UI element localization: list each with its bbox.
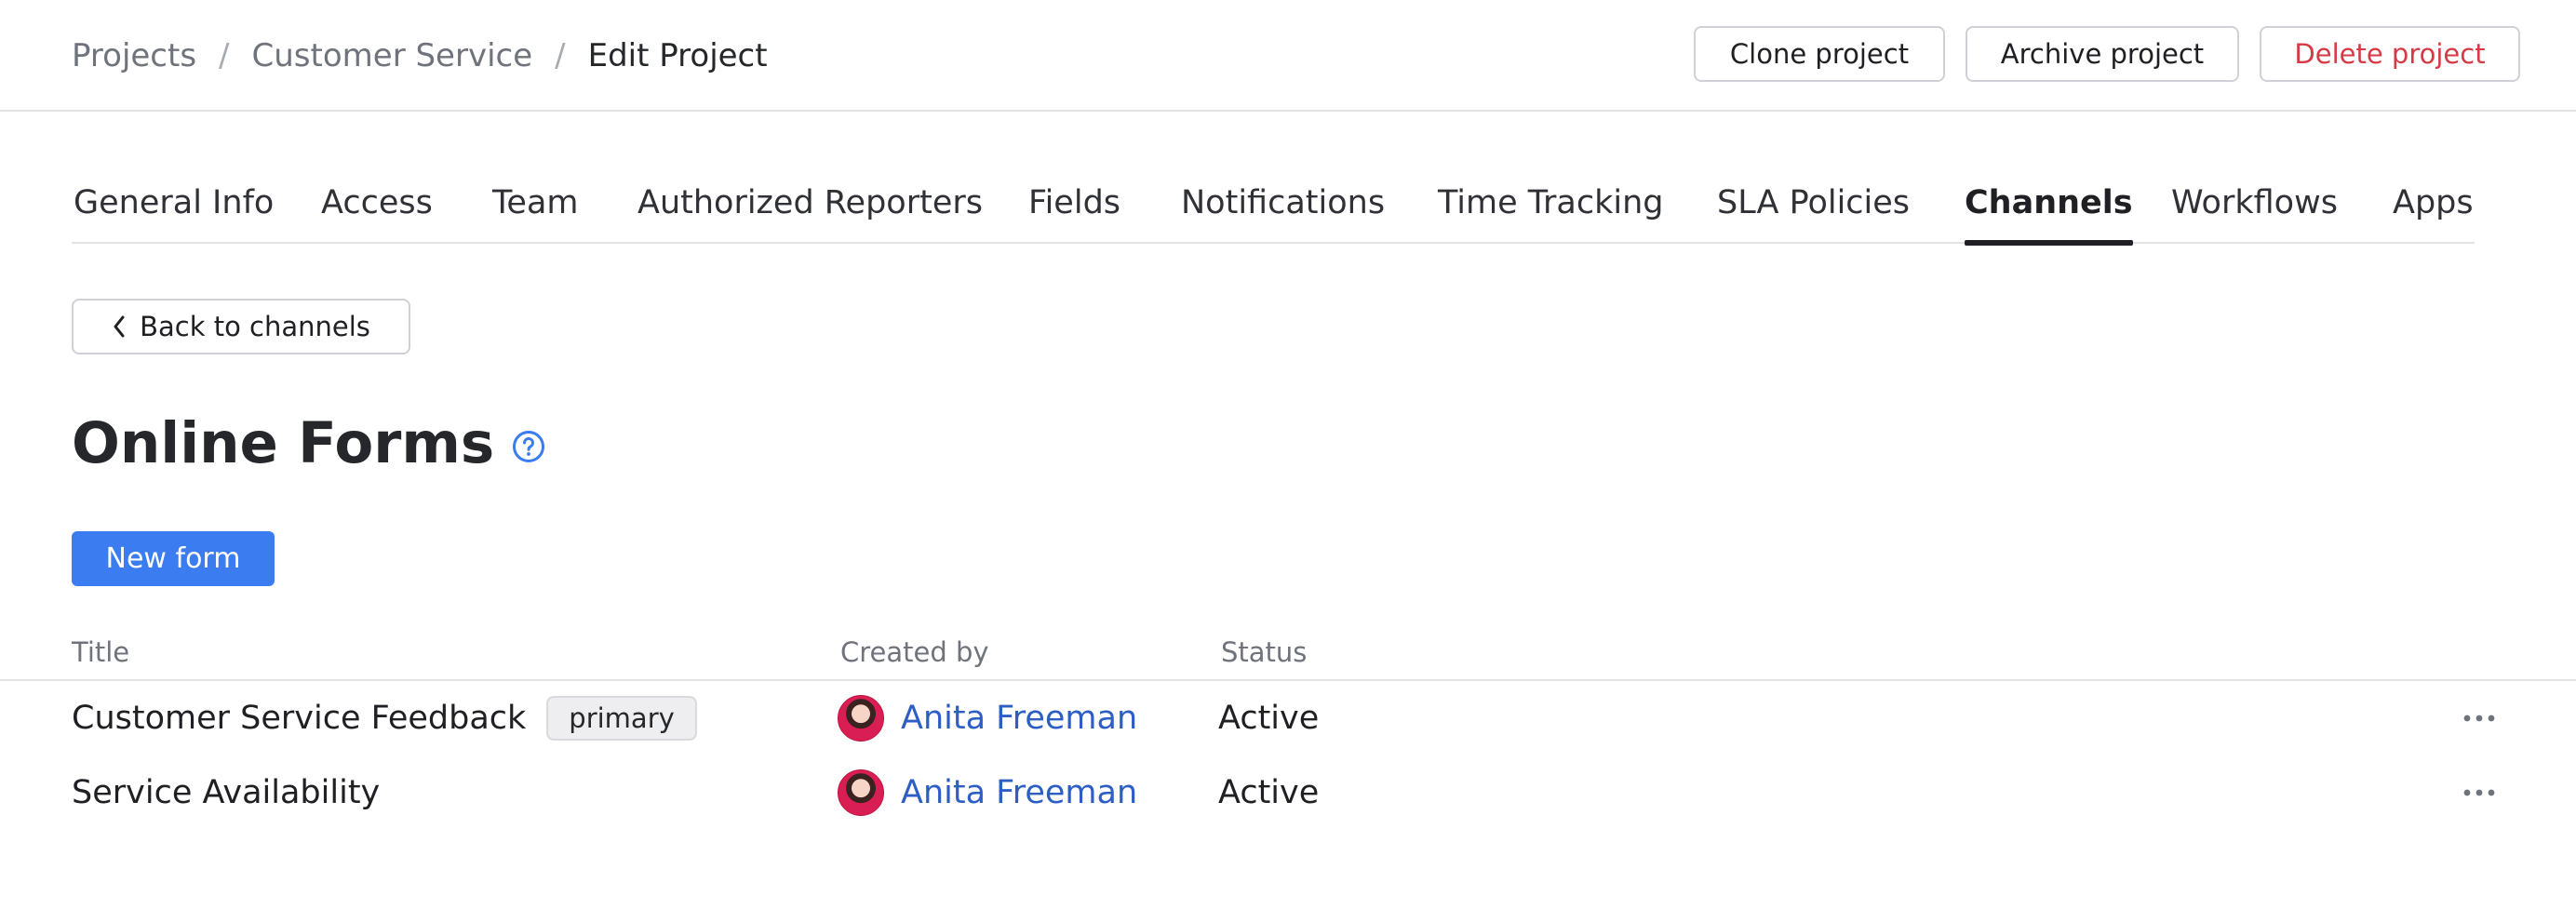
chevron-left-icon [114,315,125,338]
breadcrumb: Projects / Customer Service / Edit Proje… [72,32,768,80]
back-button-label: Back to channels [140,311,370,342]
tab-fields[interactable]: Fields [1028,180,1120,244]
tab-notifications[interactable]: Notifications [1181,180,1385,244]
new-form-button[interactable]: New form [72,531,275,586]
avatar [838,695,884,742]
page-title: Online Forms [72,409,495,476]
primary-badge: primary [546,696,697,741]
more-horizontal-icon [2463,715,2495,722]
tab-team[interactable]: Team [492,180,579,244]
column-header-created-by[interactable]: Created by [840,636,989,668]
avatar [838,769,884,816]
creator-link[interactable]: Anita Freeman [901,700,1137,737]
row-actions-button[interactable] [2457,755,2502,830]
creator-link[interactable]: Anita Freeman [901,774,1137,811]
table-row[interactable]: Customer Service Feedback primary Anita … [0,681,2576,755]
breadcrumb-link-customer-service[interactable]: Customer Service [252,37,533,74]
tab-access[interactable]: Access [321,180,433,244]
form-title[interactable]: Customer Service Feedback [72,700,526,737]
page-header: Projects / Customer Service / Edit Proje… [0,0,2576,112]
tab-workflows[interactable]: Workflows [2171,180,2338,244]
header-actions: Clone project Archive project Delete pro… [1694,26,2520,82]
status-cell: Active [1218,774,1320,811]
breadcrumb-separator: / [219,37,230,74]
breadcrumb-link-projects[interactable]: Projects [72,37,196,74]
archive-project-button[interactable]: Archive project [1966,26,2239,82]
created-by-cell: Anita Freeman [838,681,1137,755]
form-title-cell: Customer Service Feedback primary [72,681,697,755]
tab-general-info[interactable]: General Info [74,180,274,244]
delete-project-button[interactable]: Delete project [2260,26,2520,82]
table-header: Title Created by Status [0,627,2576,681]
page-title-row: Online Forms [72,406,546,480]
breadcrumb-current: Edit Project [587,37,768,74]
row-actions-button[interactable] [2457,681,2502,755]
clone-project-button[interactable]: Clone project [1694,26,1945,82]
status-cell: Active [1218,700,1320,737]
back-to-channels-button[interactable]: Back to channels [72,299,410,354]
table-row[interactable]: Service Availability Anita Freeman Activ… [0,755,2576,830]
tab-sla-policies[interactable]: SLA Policies [1717,180,1910,244]
created-by-cell: Anita Freeman [838,755,1137,830]
tab-time-tracking[interactable]: Time Tracking [1438,180,1664,244]
column-header-title[interactable]: Title [72,636,129,668]
form-title[interactable]: Service Availability [72,774,380,811]
tab-apps[interactable]: Apps [2393,180,2474,244]
tab-authorized-reporters[interactable]: Authorized Reporters [637,180,983,244]
tab-channels[interactable]: Channels [1965,180,2133,246]
project-tabs: General Info Access Team Authorized Repo… [72,167,2475,246]
more-horizontal-icon [2463,789,2495,796]
form-title-cell: Service Availability [72,755,380,830]
column-header-status[interactable]: Status [1221,636,1307,668]
question-circle-icon[interactable] [511,429,546,464]
breadcrumb-separator: / [555,37,566,74]
